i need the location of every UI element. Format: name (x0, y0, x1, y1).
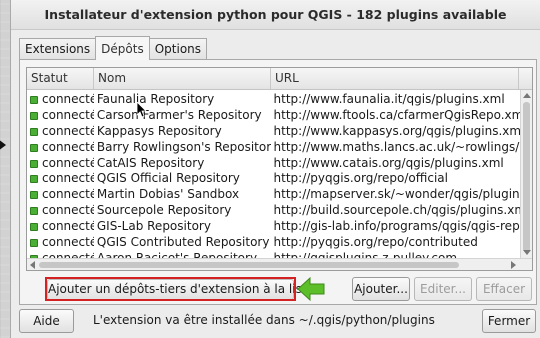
horizontal-scrollbar[interactable] (27, 258, 532, 270)
status-cell: connecté (27, 108, 94, 124)
status-label: connecté (42, 187, 94, 202)
status-label: connecté (42, 139, 94, 154)
repository-url: http://www.maths.lancs.ac.uk/~rowlings/Q… (273, 139, 520, 154)
table-row[interactable]: connecté Barry Rowlingson's Repository htt… (27, 140, 520, 156)
repository-name: CatAIS Repository (96, 155, 205, 170)
help-button[interactable]: Aide (19, 309, 74, 333)
repository-url: http://www.ftools.ca/cfarmerQgisRepo.xml (273, 107, 520, 122)
scroll-up-icon[interactable] (523, 93, 531, 98)
repository-name: QGIS Contributed Repository (96, 235, 270, 250)
horizontal-scroll-thumb[interactable] (39, 262, 459, 268)
connected-status-icon (30, 238, 38, 247)
repository-name: QGIS Official Repository (96, 171, 240, 186)
repository-url: http://mapserver.sk/~wonder/qgis/plugins… (273, 187, 520, 202)
table-row[interactable]: connecté QGIS Contributed Repository http:… (27, 235, 520, 251)
tab-bar: Extensions Dépôts Options (19, 36, 208, 60)
status-label: connecté (42, 219, 94, 234)
status-cell: connecté (27, 219, 94, 235)
connected-status-icon (30, 223, 38, 232)
status-cell: connecté (27, 235, 94, 251)
connected-status-icon (30, 95, 38, 104)
column-header-name[interactable]: Nom (94, 68, 271, 89)
table-row[interactable]: connecté GIS-Lab Repository http://gis-lab… (27, 219, 520, 235)
connected-status-icon (30, 111, 38, 120)
table-header: Statut Nom URL (27, 68, 532, 90)
green-arrow-icon (297, 277, 325, 301)
table-row[interactable]: connecté Carson Farmer's Repository http:/… (27, 108, 520, 124)
repository-url: http://www.catais.org/qgis/plugins.xml (273, 155, 504, 170)
repositories-panel: Statut Nom URL connecté Faunalia Reposito… (19, 59, 537, 305)
repository-name: Carson Farmer's Repository (96, 107, 262, 122)
status-cell: connecté (27, 171, 94, 187)
status-cell: connecté (27, 203, 94, 219)
repository-url: http://pyqgis.org/repo/contributed (273, 235, 478, 250)
tab-depots[interactable]: Dépôts (95, 36, 150, 60)
scroll-left-icon[interactable] (30, 261, 35, 269)
table-row[interactable]: connecté Faunalia Repository http://www.fa… (27, 92, 520, 108)
repository-url: http://build.sourcepole.ch/qgis/plugins.… (273, 203, 520, 218)
map-pointer-arrow-icon (0, 136, 6, 154)
repository-name: GIS-Lab Repository (96, 219, 211, 234)
connected-status-icon (30, 175, 38, 184)
plugin-installer-dialog: Installateur d'extension python pour QGI… (10, 0, 540, 338)
status-label: connecté (42, 171, 94, 186)
status-cell: connecté (27, 92, 94, 108)
delete-repository-button[interactable]: Effacer (476, 277, 532, 301)
connected-status-icon (30, 143, 38, 152)
table-row[interactable]: connecté Sourcepole Repository http://buil… (27, 203, 520, 219)
tab-options[interactable]: Options (148, 38, 208, 60)
status-cell: connecté (27, 140, 94, 156)
connected-status-icon (30, 159, 38, 168)
table-row[interactable]: connecté QGIS Official Repository http://p… (27, 171, 520, 187)
status-label: connecté (42, 92, 94, 106)
connected-status-icon (30, 207, 38, 216)
table-row[interactable]: connecté Martin Dobias' Sandbox http://map… (27, 187, 520, 203)
table-body: connecté Faunalia Repository http://www.fa… (27, 92, 520, 267)
tab-extensions[interactable]: Extensions (19, 38, 97, 60)
install-path-status: L'extension va être installée dans ~/.qg… (93, 313, 435, 327)
table-row[interactable]: connecté Kappasys Repository http://www.ka… (27, 124, 520, 140)
add-repository-button[interactable]: Ajouter... (352, 277, 410, 301)
status-label: connecté (42, 107, 94, 122)
highlight-box (45, 277, 296, 301)
repositories-table: Statut Nom URL connecté Faunalia Reposito… (26, 67, 533, 271)
status-label: connecté (42, 155, 94, 170)
status-cell: connecté (27, 124, 94, 140)
repository-name: Sourcepole Repository (96, 203, 232, 218)
connected-status-icon (30, 127, 38, 136)
repository-name: Barry Rowlingson's Repository (96, 139, 271, 154)
mouse-cursor-icon (137, 102, 147, 118)
column-header-status[interactable]: Statut (27, 68, 94, 89)
table-row[interactable]: connecté CatAIS Repository http://www.cata… (27, 156, 520, 172)
repository-name: Martin Dobias' Sandbox (96, 187, 240, 202)
status-label: connecté (42, 235, 94, 250)
repository-url: http://pyqgis.org/repo/official (273, 171, 448, 186)
repository-name: Faunalia Repository (96, 92, 215, 106)
vertical-scrollbar[interactable] (520, 90, 532, 258)
close-button[interactable]: Fermer (482, 309, 536, 333)
window-title: Installateur d'extension python pour QGI… (11, 0, 540, 30)
edit-repository-button[interactable]: Editer... (414, 277, 472, 301)
status-cell: connecté (27, 187, 94, 203)
scroll-right-icon[interactable] (511, 261, 516, 269)
scroll-down-icon[interactable] (523, 250, 531, 255)
vertical-scroll-thumb[interactable] (523, 102, 530, 252)
repository-url: http://www.faunalia.it/qgis/plugins.xml (273, 92, 505, 106)
column-header-url[interactable]: URL (271, 68, 519, 89)
status-label: connecté (42, 203, 94, 218)
status-label: connecté (42, 123, 94, 138)
repository-name: Kappasys Repository (96, 123, 222, 138)
repository-url: http://www.kappasys.org/qgis/plugins.xml (273, 123, 520, 138)
connected-status-icon (30, 191, 38, 200)
status-cell: connecté (27, 156, 94, 172)
repository-url: http://gis-lab.info/programs/qgis/qgis-r… (273, 219, 520, 234)
